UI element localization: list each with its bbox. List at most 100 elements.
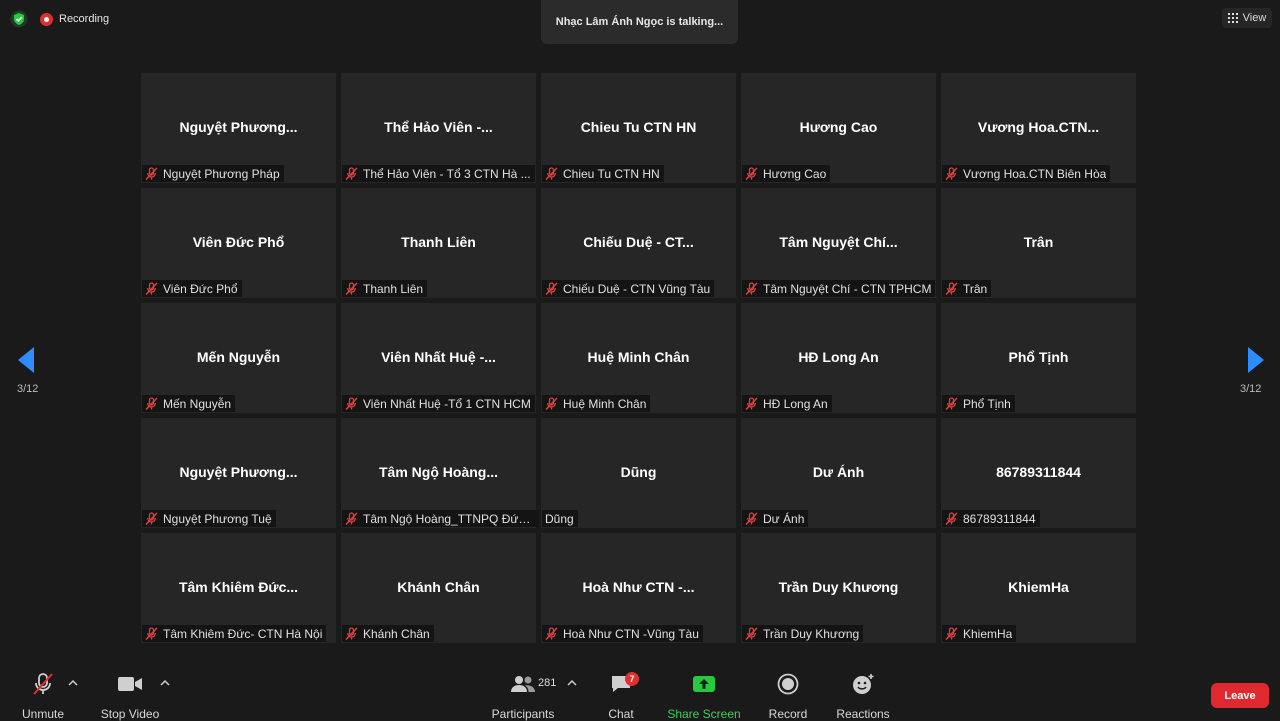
participant-display-name: Hương Cao <box>799 119 878 135</box>
reactions-smiley-icon <box>853 674 874 694</box>
participant-name-label: Trần Duy Khương <box>742 625 864 642</box>
participant-tile[interactable]: Trân Trân <box>941 188 1136 298</box>
participant-name: Thể Hảo Viên - Tổ 3 CTN Hà ... <box>363 166 531 181</box>
participant-tile[interactable]: Thể Hảo Viên -... Thể Hảo Viên - Tổ 3 CTN… <box>341 73 536 183</box>
participant-display-name: Hoà Như CTN -... <box>582 579 695 595</box>
unmute-button[interactable]: Unmute <box>20 671 66 721</box>
microphone-muted-icon <box>345 397 358 410</box>
participant-name-label: Thanh Liên <box>342 280 428 297</box>
participant-tile[interactable]: Trần Duy Khương Trần Duy Khương <box>741 533 936 643</box>
participant-name: Tâm Khiêm Đức- CTN Hà Nội <box>163 626 323 641</box>
participant-tile[interactable]: Tâm Ngộ Hoàng... Tâm Ngộ Hoàng_TTNPQ Đức … <box>341 418 539 528</box>
participant-tile[interactable]: Dư Ánh Dư Ánh <box>741 418 936 528</box>
previous-page-arrow-icon[interactable] <box>16 346 40 374</box>
participant-name: Nguyệt Phương Tuệ <box>163 511 272 526</box>
participant-tile[interactable]: Phổ Tịnh Phổ Tịnh <box>941 303 1136 413</box>
participant-display-name: Viên Đức Phổ <box>192 234 285 250</box>
participant-tile[interactable]: Dũng Dũng <box>541 418 736 528</box>
participant-display-name: Tâm Khiêm Đức... <box>178 579 299 595</box>
record-circle-icon <box>777 673 799 695</box>
participant-tile[interactable]: Nguyệt Phương... Nguyệt Phương Pháp <box>141 73 336 183</box>
record-button[interactable]: Record <box>768 671 808 721</box>
recording-dot-icon <box>40 12 53 26</box>
microphone-muted-icon <box>745 167 758 180</box>
participant-name-label: Hoà Như CTN -Vũng Tàu <box>542 625 703 642</box>
participant-name-label: Tâm Ngộ Hoàng_TTNPQ Đức ... <box>342 510 539 527</box>
participant-name-label: Tâm Khiêm Đức- CTN Hà Nội <box>142 625 327 642</box>
participant-tile[interactable]: 86789311844 86789311844 <box>941 418 1136 528</box>
microphone-muted-icon <box>945 282 958 295</box>
reactions-button[interactable]: Reactions <box>836 671 890 721</box>
microphone-muted-icon <box>545 282 558 295</box>
microphone-muted-icon <box>945 397 958 410</box>
security-shield-icon[interactable] <box>10 10 28 28</box>
share-screen-button[interactable]: Share Screen <box>667 671 741 721</box>
participant-tile[interactable]: Mến Nguyễn Mến Nguyễn <box>141 303 336 413</box>
participant-name-label: Vương Hoa.CTN Biên Hòa <box>942 165 1111 182</box>
gallery-grid-icon <box>1227 13 1238 23</box>
microphone-muted-icon <box>545 397 558 410</box>
participant-name-label: Chieu Tu CTN HN <box>542 165 664 182</box>
microphone-muted-icon <box>345 627 358 640</box>
participant-name: Viên Nhất Huệ -Tổ 1 CTN HCM <box>363 396 531 411</box>
participant-tile[interactable]: Viên Nhất Huệ -... Viên Nhất Huệ -Tổ 1 CT… <box>341 303 536 413</box>
participant-name-label: KhiemHa <box>942 625 1017 642</box>
participant-name: Mến Nguyễn <box>163 396 232 411</box>
participant-tile[interactable]: KhiemHa KhiemHa <box>941 533 1136 643</box>
participant-tile[interactable]: Khánh Chân Khánh Chân <box>341 533 536 643</box>
unmute-label: Unmute <box>21 707 65 721</box>
participant-name-label: 86789311844 <box>942 510 1040 527</box>
leave-button[interactable]: Leave <box>1211 683 1269 708</box>
participant-tile[interactable]: Chieu Tu CTN HN Chieu Tu CTN HN <box>541 73 736 183</box>
participant-tile[interactable]: Thanh Liên Thanh Liên <box>341 188 536 298</box>
stop-video-label: Stop Video <box>100 707 160 721</box>
participant-tile[interactable]: Hoà Như CTN -... Hoà Như CTN -Vũng Tàu <box>541 533 736 643</box>
share-screen-arrow-icon <box>693 676 715 692</box>
participant-name-label: Nguyệt Phương Pháp <box>142 165 284 182</box>
participant-tile[interactable]: Hương Cao Hương Cao <box>741 73 936 183</box>
participant-tile[interactable]: Viên Đức Phổ Viên Đức Phổ <box>141 188 336 298</box>
participant-name: Hương Cao <box>763 166 827 181</box>
share-screen-label: Share Screen <box>667 707 741 721</box>
recording-indicator[interactable]: Recording <box>40 11 109 27</box>
video-options-chevron-up-icon[interactable] <box>160 679 170 687</box>
participant-tile[interactable]: Vương Hoa.CTN... Vương Hoa.CTN Biên Hòa <box>941 73 1136 183</box>
next-page-arrow-icon[interactable] <box>1242 346 1266 374</box>
participant-tile[interactable]: Chiếu Duệ - CT... Chiếu Duệ - CTN Vũng Tà… <box>541 188 736 298</box>
participant-display-name: Thể Hảo Viên -... <box>384 119 493 135</box>
video-camera-icon <box>118 677 142 691</box>
microphone-muted-icon <box>545 627 558 640</box>
participant-tile[interactable]: Huệ Minh Chân Huệ Minh Chân <box>541 303 736 413</box>
meeting-toolbar: Unmute Stop Video Participants Chat Shar… <box>0 665 1280 721</box>
chat-unread-badge: 7 <box>625 672 639 686</box>
participant-name-label: Tâm Nguyệt Chí - CTN TPHCM <box>742 280 936 297</box>
participant-tile[interactable]: Tâm Khiêm Đức... Tâm Khiêm Đức- CTN Hà Nộ… <box>141 533 336 643</box>
participant-display-name: Trân <box>1023 234 1054 250</box>
participant-name-label: Hương Cao <box>742 165 831 182</box>
participant-name-label: Chiếu Duệ - CTN Vũng Tàu <box>542 280 715 297</box>
participant-name: Dư Ánh <box>763 511 805 526</box>
participant-tile[interactable]: Tâm Nguyệt Chí... Tâm Nguyệt Chí - CTN TP… <box>741 188 936 298</box>
participant-name-label: Thể Hảo Viên - Tổ 3 CTN Hà ... <box>342 165 535 182</box>
participant-name-label: Huệ Minh Chân <box>542 395 651 412</box>
microphone-muted-icon <box>945 512 958 525</box>
participant-name: Tâm Ngộ Hoàng_TTNPQ Đức ... <box>363 511 535 526</box>
participant-name: Nguyệt Phương Pháp <box>163 166 280 181</box>
participant-tile[interactable]: HĐ Long An HĐ Long An <box>741 303 936 413</box>
participant-name: 86789311844 <box>963 511 1036 526</box>
microphone-muted-icon <box>145 512 158 525</box>
participant-name: Vương Hoa.CTN Biên Hòa <box>963 166 1107 181</box>
audio-options-chevron-up-icon[interactable] <box>68 679 78 687</box>
participant-name: Hoà Như CTN -Vũng Tàu <box>563 626 699 641</box>
participant-display-name: Tâm Ngộ Hoàng... <box>379 464 498 480</box>
participant-display-name: Tâm Nguyệt Chí... <box>779 234 898 250</box>
view-button[interactable]: View <box>1222 8 1272 28</box>
participant-name: HĐ Long An <box>763 396 828 411</box>
gallery-grid: Nguyệt Phương... Nguyệt Phương Pháp Thể Hả… <box>141 73 1139 643</box>
stop-video-button[interactable]: Stop Video <box>100 671 160 721</box>
participant-tile[interactable]: Nguyệt Phương... Nguyệt Phương Tuệ <box>141 418 336 528</box>
participant-display-name: 86789311844 <box>996 464 1081 480</box>
participant-display-name: Viên Nhất Huệ -... <box>381 349 496 365</box>
participants-options-chevron-up-icon[interactable] <box>567 679 577 687</box>
participant-name: Phổ Tịnh <box>963 396 1011 411</box>
